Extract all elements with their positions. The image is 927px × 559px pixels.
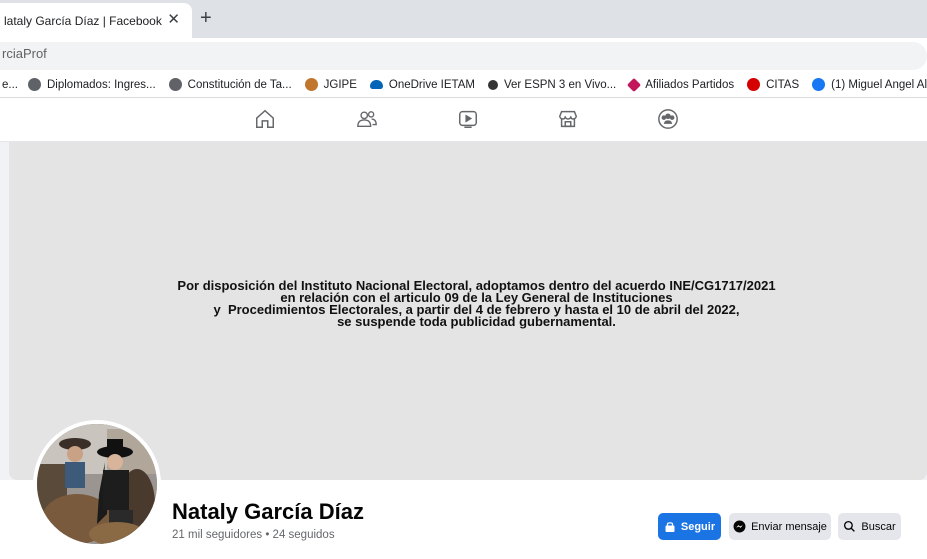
address-bar: rciaProf [0, 38, 927, 72]
bookmark-label: e... [2, 78, 18, 91]
bookmark-label: CITAS [766, 78, 800, 91]
globe-icon [27, 78, 41, 91]
search-icon [844, 520, 856, 532]
url-field[interactable] [0, 42, 927, 70]
search-button[interactable]: Buscar [838, 513, 901, 540]
bookmark-label: Diplomados: Ingres... [46, 78, 156, 91]
bookmark-label: OneDrive IETAM [388, 78, 475, 91]
ball-icon [487, 79, 498, 90]
bookmark-label: (1) Miguel Angel Al [831, 78, 927, 91]
home-icon[interactable] [254, 108, 276, 130]
bookmarks-bar: e... Diplomados: Ingres... Constitución … [0, 72, 927, 98]
close-icon[interactable]: ✕ [167, 12, 180, 28]
send-message-label: Enviar mensaje [751, 520, 827, 533]
bookmark-label: JGIPE [323, 78, 357, 91]
profile-stats[interactable]: 21 mil seguidores • 24 seguidos [172, 529, 335, 541]
follow-label: Seguir [680, 520, 716, 533]
bookmark-item[interactable]: Ver ESPN 3 en Vivo... [487, 78, 617, 91]
search-label: Buscar [861, 520, 896, 533]
cover-photo[interactable]: Por disposición del Instituto Nacional E… [9, 142, 927, 480]
bookmark-item[interactable]: CITAS [747, 78, 799, 91]
tab-title: lataly García Díaz | Facebook [4, 13, 162, 28]
marketplace-icon[interactable] [557, 108, 579, 130]
profile-name: Nataly García Díaz [172, 499, 364, 524]
profile-photo [37, 424, 157, 544]
follow-button[interactable]: Seguir [658, 513, 721, 540]
bookmark-label: Ver ESPN 3 en Vivo... [503, 78, 617, 91]
bookmark-label: Constitución de Ta... [187, 78, 292, 91]
new-tab-icon[interactable]: + [200, 7, 212, 29]
bookmark-item[interactable]: (1) Miguel Angel Al [812, 78, 927, 91]
browser-tab-strip: lataly García Díaz | Facebook ✕ + [0, 0, 927, 38]
bookmark-item[interactable]: Diplomados: Ingres... [27, 78, 156, 91]
facebook-nav-bar [0, 98, 927, 142]
bookmark-item[interactable]: OneDrive IETAM [369, 78, 475, 91]
seal-icon [304, 78, 318, 91]
cover-notice-line: se suspende toda publicidad gubernamenta… [337, 314, 616, 329]
bookmark-item[interactable]: Constitución de Ta... [168, 78, 292, 91]
follow-icon [665, 521, 675, 532]
groups-icon[interactable] [657, 108, 679, 130]
url-text: rciaProf [2, 46, 47, 61]
bookmark-item[interactable]: e... [2, 79, 18, 91]
watch-icon[interactable] [457, 108, 479, 130]
browser-tab[interactable]: lataly García Díaz | Facebook ✕ [0, 3, 192, 38]
facebook-icon [812, 78, 826, 91]
bookmark-item[interactable]: JGIPE [304, 78, 357, 91]
cover-notice: Por disposición del Instituto Nacional E… [9, 279, 927, 329]
red-circle-icon [747, 78, 761, 91]
bookmark-label: Afiliados Partidos [645, 78, 735, 91]
friends-icon[interactable] [356, 108, 378, 130]
globe-icon [168, 78, 182, 91]
cloud-icon [369, 80, 383, 89]
avatar[interactable] [33, 420, 161, 548]
cover-area: Por disposición del Instituto Nacional E… [0, 142, 927, 480]
send-message-button[interactable]: Enviar mensaje [729, 513, 831, 540]
bookmark-item[interactable]: Afiliados Partidos [627, 77, 735, 92]
messenger-icon [733, 520, 746, 533]
diamond-icon [627, 77, 642, 92]
